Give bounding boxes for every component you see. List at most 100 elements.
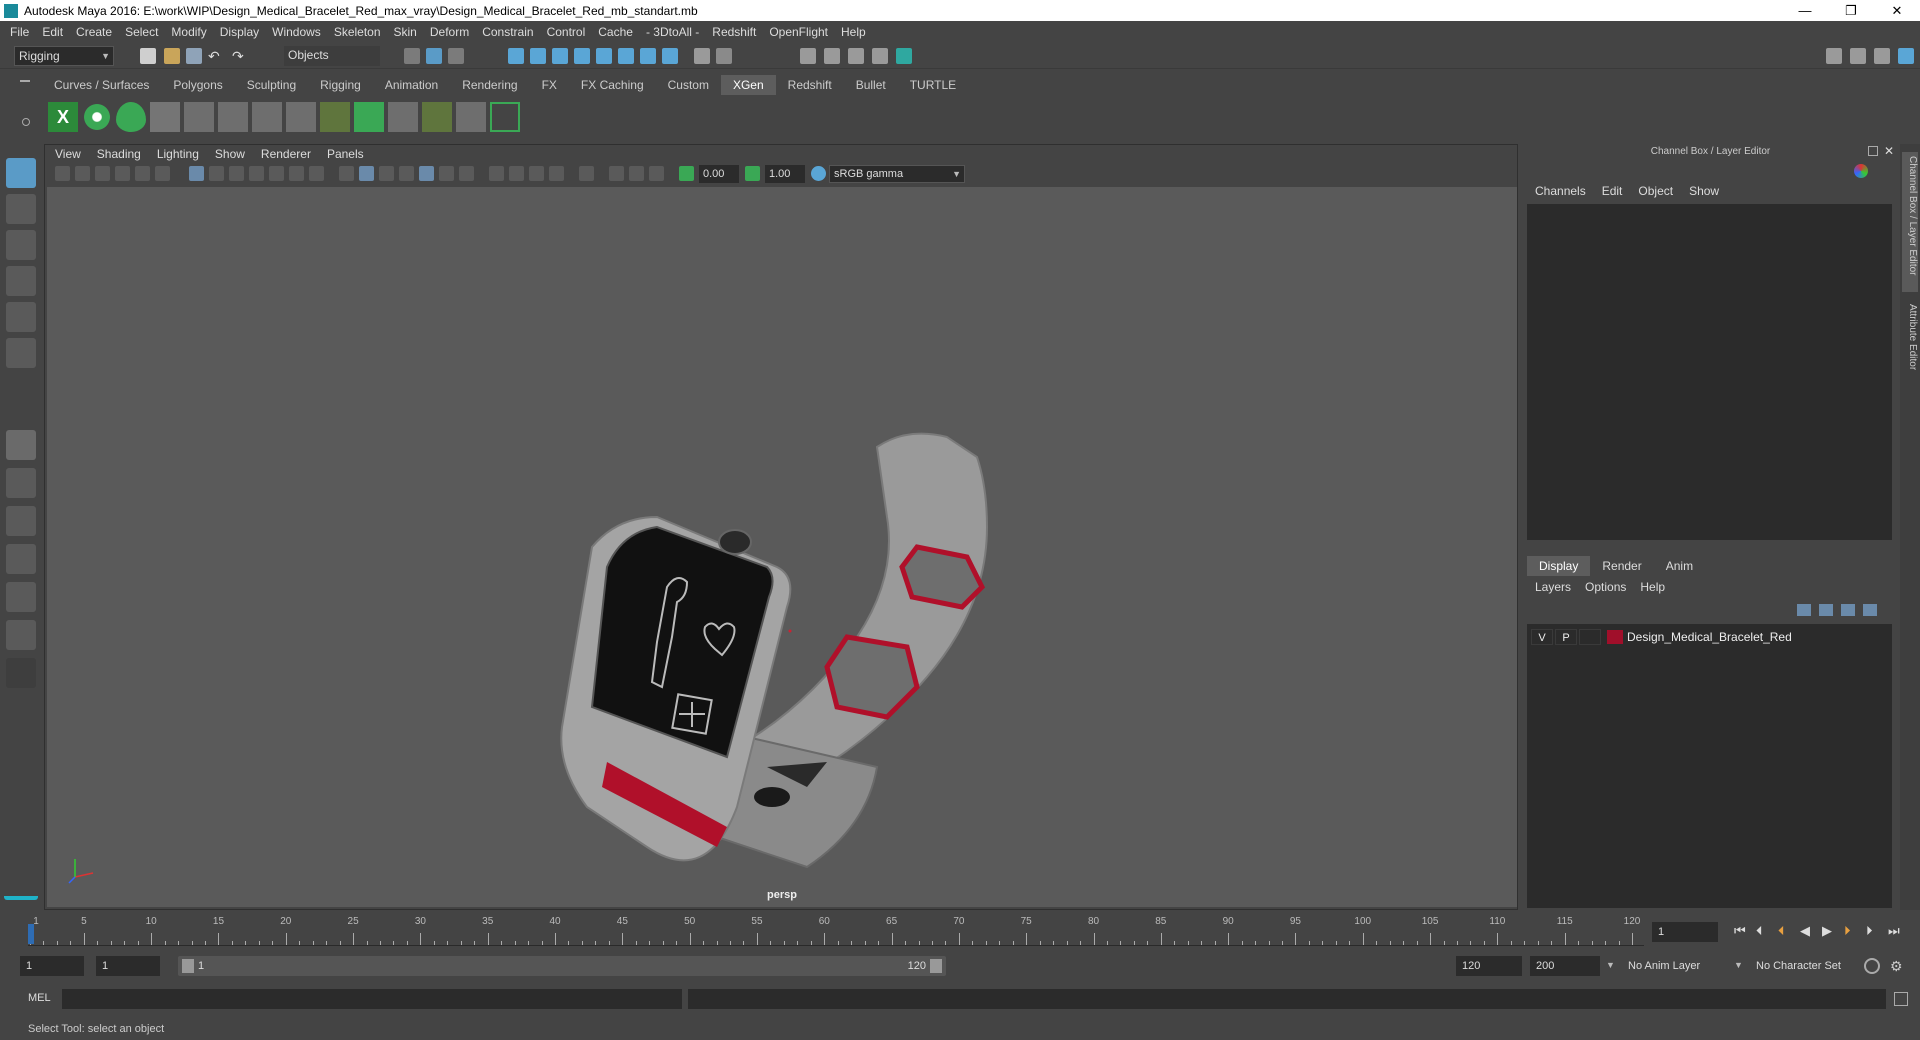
select-camera-icon[interactable] bbox=[55, 166, 70, 181]
xgen-groom-icon[interactable] bbox=[422, 102, 452, 132]
layer-color-swatch[interactable] bbox=[1607, 630, 1623, 644]
step-back-frame-icon[interactable]: ⏴ bbox=[1756, 923, 1763, 939]
tab-rigging[interactable]: Rigging bbox=[308, 75, 373, 95]
manipulator-icon[interactable] bbox=[1854, 164, 1868, 178]
play-backwards-icon[interactable]: ◀ bbox=[1800, 923, 1810, 939]
scale-tool-icon[interactable] bbox=[6, 338, 36, 368]
snap-grid-icon[interactable] bbox=[508, 48, 524, 64]
xgen-move-guide-icon[interactable] bbox=[184, 102, 214, 132]
viewport-menu-view[interactable]: View bbox=[55, 147, 81, 161]
viewport-menu-show[interactable]: Show bbox=[215, 147, 245, 161]
play-forwards-icon[interactable]: ▶ bbox=[1822, 923, 1832, 939]
tab-fx-caching[interactable]: FX Caching bbox=[569, 75, 656, 95]
menu-select[interactable]: Select bbox=[125, 25, 158, 39]
side-tab-channel-box[interactable]: Channel Box / Layer Editor bbox=[1902, 152, 1918, 292]
animation-end-field[interactable]: 200 bbox=[1530, 956, 1600, 976]
menu-cache[interactable]: Cache bbox=[598, 25, 633, 39]
menu-windows[interactable]: Windows bbox=[272, 25, 321, 39]
menu-constrain[interactable]: Constrain bbox=[482, 25, 533, 39]
move-tool-icon[interactable] bbox=[6, 266, 36, 296]
animation-preferences-icon[interactable]: ⚙ bbox=[1890, 958, 1906, 974]
render-current-frame-icon[interactable] bbox=[824, 48, 840, 64]
create-empty-layer-icon[interactable] bbox=[1841, 604, 1855, 616]
bracelet-model[interactable] bbox=[560, 432, 989, 869]
two-d-pan-zoom-icon[interactable] bbox=[135, 166, 150, 181]
viewport-menu-panels[interactable]: Panels bbox=[327, 147, 364, 161]
xgen-create-description-icon[interactable] bbox=[116, 102, 146, 132]
layer-playback-toggle[interactable]: P bbox=[1555, 629, 1577, 645]
viewport-menu-lighting[interactable]: Lighting bbox=[157, 147, 199, 161]
xray-icon[interactable] bbox=[609, 166, 624, 181]
tab-fx[interactable]: FX bbox=[530, 75, 569, 95]
safe-title-icon[interactable] bbox=[309, 166, 324, 181]
snap-point-icon[interactable] bbox=[552, 48, 568, 64]
snap-live-icon[interactable] bbox=[596, 48, 612, 64]
menu-display[interactable]: Display bbox=[220, 25, 259, 39]
close-button[interactable]: ✕ bbox=[1874, 0, 1920, 21]
select-component-icon[interactable] bbox=[448, 48, 464, 64]
select-object-icon[interactable] bbox=[426, 48, 442, 64]
channel-box-menu-channels[interactable]: Channels bbox=[1535, 184, 1586, 198]
xgen-editor-icon[interactable]: X bbox=[48, 102, 78, 132]
move-layer-down-icon[interactable] bbox=[1819, 604, 1833, 616]
tab-xgen[interactable]: XGen bbox=[720, 75, 776, 95]
ipr-render-icon[interactable] bbox=[848, 48, 864, 64]
layer-menu-options[interactable]: Options bbox=[1585, 580, 1626, 594]
side-tab-attribute-editor[interactable]: Attribute Editor bbox=[1902, 304, 1918, 394]
layer-visibility-toggle[interactable]: V bbox=[1531, 629, 1553, 645]
four-view-layout-icon[interactable] bbox=[6, 468, 36, 498]
bookmark-icon[interactable] bbox=[95, 166, 110, 181]
step-forward-frame-icon[interactable]: ⏵ bbox=[1866, 923, 1873, 939]
channel-box-area[interactable] bbox=[1527, 204, 1892, 540]
redo-icon[interactable]: ↷ bbox=[232, 48, 248, 64]
channel-box-menu-show[interactable]: Show bbox=[1689, 184, 1719, 198]
hypershade-layout-icon[interactable] bbox=[6, 620, 36, 650]
anim-layer-dropdown[interactable]: No Anim Layer bbox=[1622, 956, 1742, 976]
tab-custom[interactable]: Custom bbox=[656, 75, 721, 95]
safe-action-icon[interactable] bbox=[289, 166, 304, 181]
close-panel-icon[interactable]: ✕ bbox=[1884, 144, 1894, 158]
wireframe-on-shaded-icon[interactable] bbox=[399, 166, 414, 181]
modeling-toolkit-icon[interactable] bbox=[1826, 48, 1842, 64]
menu-modify[interactable]: Modify bbox=[171, 25, 206, 39]
persp-graph-layout-icon[interactable] bbox=[6, 544, 36, 574]
smooth-shade-icon[interactable] bbox=[359, 166, 374, 181]
snap-projected-icon[interactable] bbox=[640, 48, 656, 64]
tool-settings-toggle-icon[interactable] bbox=[1874, 48, 1890, 64]
tab-sculpting[interactable]: Sculpting bbox=[235, 75, 308, 95]
render-settings-icon[interactable] bbox=[872, 48, 888, 64]
list-item[interactable]: V P Design_Medical_Bracelet_Red bbox=[1531, 628, 1886, 646]
single-perspective-layout-icon[interactable] bbox=[6, 430, 36, 460]
persp-timeline-layout-icon[interactable] bbox=[6, 582, 36, 612]
xgen-guide-length-icon[interactable] bbox=[218, 102, 248, 132]
screen-space-ao-icon[interactable] bbox=[489, 166, 504, 181]
snap-curve-icon[interactable] bbox=[530, 48, 546, 64]
paint-select-tool-icon[interactable] bbox=[6, 230, 36, 260]
current-frame-field[interactable]: 1 bbox=[1652, 922, 1718, 942]
menuset-dropdown[interactable]: Rigging ▼ bbox=[14, 46, 114, 66]
playback-start-field[interactable]: 1 bbox=[96, 956, 160, 976]
new-scene-icon[interactable] bbox=[140, 48, 156, 64]
grease-pencil-icon[interactable] bbox=[155, 166, 170, 181]
menu-control[interactable]: Control bbox=[547, 25, 586, 39]
step-forward-key-icon[interactable]: ⏵ bbox=[1844, 923, 1851, 939]
menu-create[interactable]: Create bbox=[76, 25, 112, 39]
persp-outliner-layout-icon[interactable] bbox=[6, 506, 36, 536]
shelf-menu-icon[interactable] bbox=[20, 80, 30, 82]
selection-mask-dropdown[interactable]: Objects bbox=[284, 46, 380, 66]
channel-box-toggle-icon[interactable] bbox=[1898, 48, 1914, 64]
gamma-icon[interactable] bbox=[745, 166, 760, 181]
command-language-label[interactable]: MEL bbox=[28, 992, 51, 1004]
layer-menu-layers[interactable]: Layers bbox=[1535, 580, 1571, 594]
xgen-add-guide-icon[interactable] bbox=[150, 102, 180, 132]
save-scene-icon[interactable] bbox=[186, 48, 202, 64]
undo-icon[interactable]: ↶ bbox=[208, 48, 224, 64]
tab-bullet[interactable]: Bullet bbox=[844, 75, 898, 95]
motion-blur-icon[interactable] bbox=[509, 166, 524, 181]
xgen-sculpt-icon[interactable] bbox=[388, 102, 418, 132]
viewport-menu-renderer[interactable]: Renderer bbox=[261, 147, 311, 161]
character-set-dropdown[interactable]: No Character Set bbox=[1750, 956, 1866, 976]
channel-box-menu-object[interactable]: Object bbox=[1638, 184, 1673, 198]
shadows-icon[interactable] bbox=[459, 166, 474, 181]
tab-display[interactable]: Display bbox=[1527, 556, 1591, 576]
